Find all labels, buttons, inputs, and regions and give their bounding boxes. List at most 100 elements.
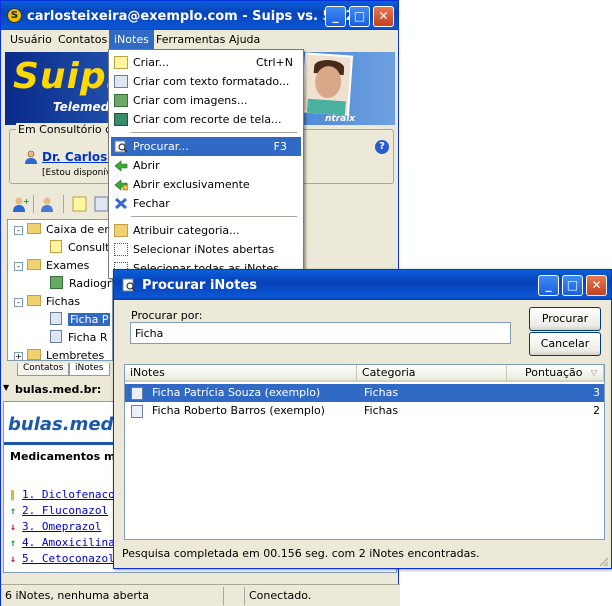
medication-item[interactable]: ∥ 1. Diclofenaco: [10, 488, 115, 501]
minimize-button[interactable]: _: [325, 6, 346, 27]
dialog-maximize-button[interactable]: □: [562, 275, 583, 296]
sort-desc-icon: ▽: [590, 368, 597, 377]
medication-item[interactable]: ↑ 4. Amoxicilina: [10, 536, 115, 549]
tree-item-ficha-patricia[interactable]: Ficha P: [50, 312, 111, 328]
contact-search-icon[interactable]: [39, 195, 57, 213]
form-note-icon: [131, 387, 143, 400]
open-exclusive-icon: [114, 179, 128, 191]
notes-count-status: 6 iNotes, nenhuma aberta: [5, 589, 149, 602]
search-dialog: Procurar iNotes _ □ ✕ Procurar por: Fich…: [113, 269, 612, 569]
column-header-categoria[interactable]: Categoria: [357, 365, 507, 382]
menu-inotes[interactable]: iNotes: [109, 30, 154, 50]
tree-item-consulta[interactable]: Consulta: [50, 240, 112, 256]
new-note-icon: [114, 56, 128, 69]
cancel-button[interactable]: Cancelar: [529, 332, 601, 356]
collapse-icon[interactable]: -: [14, 226, 23, 235]
doctor-photo: [300, 52, 354, 116]
menu-atribuir-categoria[interactable]: Atribuir categoria...: [111, 221, 301, 240]
screen-clip-icon: [114, 113, 128, 126]
menu-usuario[interactable]: Usuário: [5, 30, 57, 50]
tree-item-radiografia[interactable]: Radiogr: [50, 276, 111, 292]
svg-text:+: +: [23, 197, 29, 206]
person-icon: [25, 150, 37, 164]
banner-subtitle: Telemed: [53, 100, 110, 114]
dialog-close-button[interactable]: ✕: [586, 275, 607, 296]
result-row[interactable]: Ficha Patrícia Souza (exemplo) Fichas 3: [125, 384, 604, 402]
browser-address: bulas.med.br:: [15, 383, 102, 396]
menu-abrir[interactable]: Abrir: [111, 156, 301, 175]
form-note-icon: [50, 330, 62, 343]
maximize-button[interactable]: □: [349, 6, 370, 27]
menu-criar-recorte-tela[interactable]: Criar com recorte de tela...: [111, 110, 301, 129]
search-status: Pesquisa completada em 00.156 seg. com 2…: [122, 547, 480, 560]
folder-icon: [27, 349, 41, 360]
dialog-title: Procurar iNotes: [142, 278, 257, 293]
folder-icon: [27, 295, 41, 306]
connection-status: Conectado.: [249, 589, 312, 602]
add-contact-icon[interactable]: +: [11, 195, 29, 213]
help-icon[interactable]: ?: [375, 140, 389, 154]
availability-status[interactable]: [Estou disponív: [42, 168, 111, 178]
search-icon: [122, 278, 136, 292]
inotes-menu: Criar... Ctrl+N Criar com texto formatad…: [108, 49, 304, 279]
new-note-icon[interactable]: [71, 195, 89, 213]
menu-criar-texto-formatado[interactable]: Criar com texto formatado...: [111, 72, 301, 91]
menu-ferramentas[interactable]: Ferramentas: [151, 30, 230, 50]
menu-criar-imagens[interactable]: Criar com imagens...: [111, 91, 301, 110]
dialog-minimize-button[interactable]: _: [538, 275, 559, 296]
close-button[interactable]: ✕: [373, 6, 394, 27]
image-note-icon: [50, 276, 63, 289]
resize-grip-icon[interactable]: [597, 555, 609, 567]
banner-corner-text: ntralx: [325, 114, 356, 124]
search-label: Procurar por:: [131, 309, 203, 322]
menu-criar[interactable]: Criar... Ctrl+N: [111, 53, 301, 72]
suips-app-icon[interactable]: S: [7, 8, 22, 23]
main-titlebar[interactable]: S carlosteixeira@exemplo.com - Suips vs.…: [1, 1, 398, 31]
tab-inotes[interactable]: iNotes: [69, 363, 110, 376]
medication-item[interactable]: ↓ 3. Omeprazol: [10, 520, 101, 533]
expand-icon[interactable]: +: [14, 352, 23, 360]
collapse-icon[interactable]: -: [14, 262, 23, 271]
tab-contatos[interactable]: Contatos: [17, 363, 70, 376]
arrow-down-icon: ↓: [10, 522, 17, 533]
tree-folder-caixa[interactable]: - Caixa de en: [14, 222, 111, 238]
menubar: Usuário Contatos iNotes Ferramentas Ajud…: [1, 30, 398, 50]
open-icon: [114, 160, 128, 172]
arrow-up-icon: ↑: [10, 506, 17, 517]
category-folder-icon: [114, 224, 128, 237]
form-note-icon: [131, 405, 143, 418]
menu-procurar[interactable]: Procurar... F3: [111, 137, 301, 156]
inotes-tree[interactable]: - Caixa de en Consulta - Exames Radiogr -F…: [7, 219, 113, 361]
tree-folder-lembretes[interactable]: + Lembretes: [14, 348, 104, 360]
search-input[interactable]: Ficha: [130, 322, 511, 344]
dialog-titlebar[interactable]: Procurar iNotes _ □ ✕: [114, 270, 611, 300]
note-icon: [50, 240, 62, 253]
results-list[interactable]: iNotes Categoria Pontuação ▽ Ficha Patrí…: [124, 364, 605, 540]
main-statusbar: 6 iNotes, nenhuma aberta Conectado.: [1, 584, 400, 606]
main-window-title: carlosteixeira@exemplo.com - Suips vs. 5…: [27, 9, 355, 24]
folder-icon: [27, 259, 41, 270]
close-note-icon: [114, 197, 128, 210]
medication-item[interactable]: ↓ 5. Cetoconazol: [10, 552, 115, 565]
pause-icon: ∥: [10, 490, 15, 501]
column-header-inotes[interactable]: iNotes: [125, 365, 357, 382]
arrow-down-icon: ↓: [10, 554, 17, 565]
collapse-icon[interactable]: -: [14, 298, 23, 307]
image-note-icon: [114, 94, 128, 107]
tree-folder-fichas[interactable]: - Fichas: [14, 294, 80, 310]
menu-selecionar-abertas[interactable]: Selecionar iNotes abertas: [111, 240, 301, 259]
column-header-pontuacao[interactable]: Pontuação ▽: [507, 365, 604, 382]
menu-contatos[interactable]: Contatos: [53, 30, 112, 50]
folder-icon: [27, 223, 41, 234]
result-row[interactable]: Ficha Roberto Barros (exemplo) Fichas 2: [125, 402, 604, 420]
formatted-note-icon: [114, 75, 128, 88]
select-open-icon: [114, 243, 128, 256]
menu-fechar[interactable]: Fechar: [111, 194, 301, 213]
tree-item-ficha-roberto[interactable]: Ficha R: [50, 330, 107, 346]
search-button[interactable]: Procurar: [529, 307, 601, 331]
menu-abrir-exclusivamente[interactable]: Abrir exclusivamente: [111, 175, 301, 194]
medication-item[interactable]: ↑ 2. Fluconazol: [10, 504, 108, 517]
dropdown-arrow-icon[interactable]: ▼: [3, 383, 9, 392]
tree-folder-exames[interactable]: - Exames: [14, 258, 89, 274]
menu-ajuda[interactable]: Ajuda: [224, 30, 265, 50]
